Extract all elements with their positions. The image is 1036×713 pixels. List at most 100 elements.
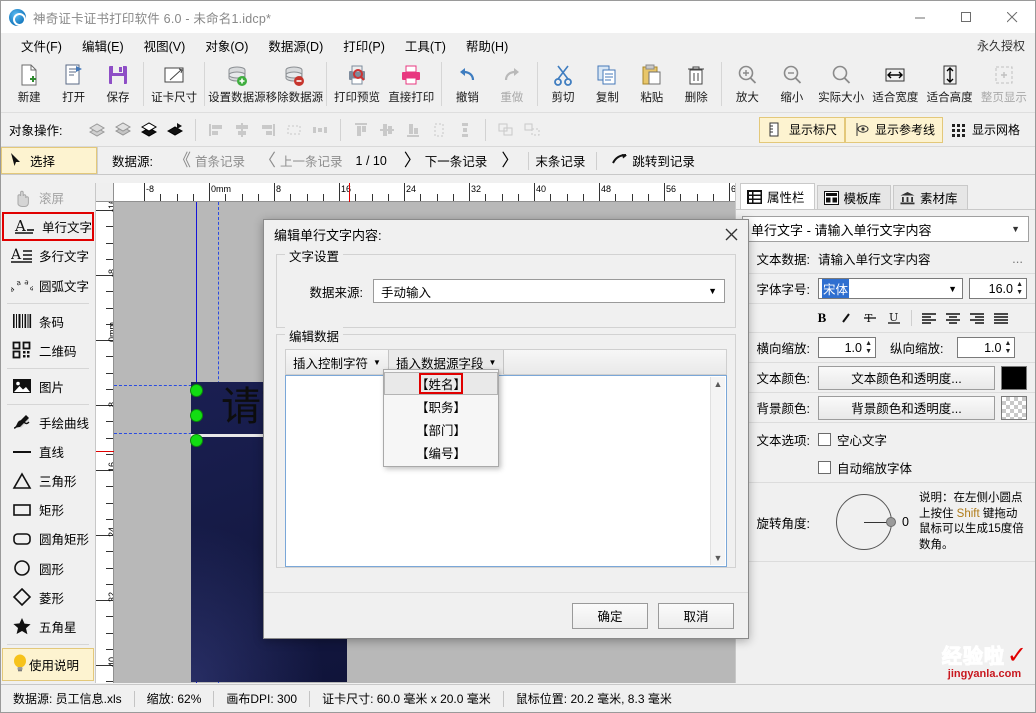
- tab-material-bank[interactable]: 素材库: [893, 185, 968, 209]
- align-top-icon[interactable]: [348, 117, 374, 143]
- toolbar-direct-print[interactable]: 直接打印: [384, 59, 438, 111]
- spinner-up-icon[interactable]: ▲: [1005, 340, 1012, 347]
- bg-color-swatch[interactable]: [1001, 395, 1027, 420]
- rotate-handle[interactable]: [190, 434, 203, 447]
- align-center-icon[interactable]: [941, 307, 965, 329]
- option-autoscale-row[interactable]: 自动缩放字体: [818, 458, 1027, 477]
- underline-button[interactable]: U: [882, 307, 906, 329]
- same-height-icon[interactable]: [426, 117, 452, 143]
- bring-forward-icon[interactable]: [136, 117, 162, 143]
- toggle-show-grid[interactable]: 显示网格: [943, 117, 1027, 143]
- scroll-up-icon[interactable]: ▲: [714, 377, 723, 391]
- sidebar-item-triangle[interactable]: 三角形: [1, 466, 95, 495]
- toolbar-zoom-out[interactable]: 缩小: [770, 59, 814, 111]
- tab-template-library[interactable]: 模板库: [816, 185, 892, 209]
- send-backward-icon[interactable]: [110, 117, 136, 143]
- insert-control-char-menu[interactable]: 插入控制字符 ▼: [286, 350, 388, 374]
- sidebar-item-freehand[interactable]: 手绘曲线: [1, 408, 95, 437]
- toolbar-remove-datasource[interactable]: 移除数据源: [266, 59, 323, 111]
- group-icon[interactable]: [493, 117, 519, 143]
- text-color-button[interactable]: 文本颜色和透明度...: [818, 365, 995, 390]
- next-record-button[interactable]: 〉下一条记录: [395, 149, 493, 173]
- font-family-combo[interactable]: 宋体 ▼: [818, 278, 963, 299]
- toggle-show-guides[interactable]: 显示参考线: [844, 116, 943, 143]
- menu-tools[interactable]: 工具(T): [395, 33, 456, 58]
- object-selector-dropdown[interactable]: 单行文字 - 请输入单行文字内容 ▼: [742, 216, 1029, 242]
- toolbar-save[interactable]: 保存: [96, 59, 140, 111]
- toolbar-card-size[interactable]: 证卡尺寸: [147, 59, 201, 111]
- distribute-v-icon[interactable]: [452, 117, 478, 143]
- sidebar-item-circle[interactable]: 圆形: [1, 554, 95, 583]
- toolbar-fit-height[interactable]: 适合高度: [923, 59, 977, 111]
- align-bottom-icon[interactable]: [400, 117, 426, 143]
- field-menu-item-number[interactable]: 【编号】: [384, 441, 498, 464]
- sidebar-item-rectangle[interactable]: 矩形: [1, 495, 95, 524]
- tool-select-button[interactable]: 选择: [1, 147, 97, 174]
- toolbar-actual-size[interactable]: 实际大小: [814, 59, 868, 111]
- editor-scrollbar[interactable]: ▲ ▼: [710, 377, 725, 565]
- dialog-close-button[interactable]: [718, 222, 744, 246]
- autoscale-font-checkbox[interactable]: [818, 461, 831, 474]
- sidebar-item-image[interactable]: 图片: [1, 372, 95, 401]
- toolbar-new[interactable]: 新建: [7, 59, 51, 111]
- align-left-icon[interactable]: [917, 307, 941, 329]
- distribute-h-icon[interactable]: [307, 117, 333, 143]
- bring-to-front-icon[interactable]: [84, 117, 110, 143]
- toolbar-redo[interactable]: 重做: [490, 59, 534, 111]
- menu-file[interactable]: 文件(F): [11, 33, 72, 58]
- bold-button[interactable]: B: [810, 307, 834, 329]
- rotation-knob[interactable]: [886, 517, 896, 528]
- menu-edit[interactable]: 编辑(E): [72, 33, 134, 58]
- hscale-spinner[interactable]: 1.0 ▲ ▼: [818, 337, 876, 358]
- toolbar-fit-width[interactable]: 适合宽度: [868, 59, 922, 111]
- align-center-h-icon[interactable]: [229, 117, 255, 143]
- menu-view[interactable]: 视图(V): [134, 33, 196, 58]
- field-menu-item-position[interactable]: 【职务】: [384, 395, 498, 418]
- tab-properties[interactable]: 属性栏: [740, 183, 815, 209]
- hollow-text-checkbox[interactable]: [818, 432, 831, 446]
- close-button[interactable]: [989, 1, 1035, 33]
- sidebar-item-help[interactable]: 使用说明: [2, 647, 94, 681]
- toolbar-undo[interactable]: 撤销: [445, 59, 489, 111]
- bg-color-button[interactable]: 背景颜色和透明度...: [818, 395, 995, 420]
- menu-help[interactable]: 帮助(H): [456, 33, 518, 58]
- resize-handle[interactable]: [190, 409, 203, 422]
- toolbar-open[interactable]: 打开: [51, 59, 95, 111]
- sidebar-item-line[interactable]: 直线: [1, 437, 95, 466]
- align-right-icon[interactable]: [965, 307, 989, 329]
- data-source-combo[interactable]: 手动输入 ▼: [373, 279, 725, 303]
- last-record-button[interactable]: 〉末条记录: [492, 149, 590, 173]
- menu-print[interactable]: 打印(P): [333, 33, 395, 58]
- rotation-dial[interactable]: [836, 494, 896, 551]
- strikethrough-button[interactable]: T: [858, 307, 882, 329]
- toolbar-fit-page[interactable]: 整页显示: [977, 59, 1031, 111]
- sidebar-item-diamond[interactable]: 菱形: [1, 583, 95, 612]
- toolbar-zoom-in[interactable]: 放大: [725, 59, 769, 111]
- spinner-up-icon[interactable]: ▲: [865, 340, 872, 347]
- align-middle-v-icon[interactable]: [374, 117, 400, 143]
- same-width-icon[interactable]: [281, 117, 307, 143]
- ungroup-icon[interactable]: [519, 117, 545, 143]
- minimize-button[interactable]: [897, 1, 943, 33]
- menu-object[interactable]: 对象(O): [195, 33, 258, 58]
- send-to-back-icon[interactable]: [162, 117, 188, 143]
- vscale-spinner[interactable]: 1.0 ▲ ▼: [957, 337, 1016, 358]
- sidebar-item-single-line-text[interactable]: A 单行文字: [2, 212, 94, 242]
- field-menu-item-department[interactable]: 【部门】: [384, 418, 498, 441]
- text-data-value[interactable]: 请输入单行文字内容: [818, 249, 1013, 268]
- first-record-button[interactable]: 《首条记录: [165, 149, 250, 173]
- dialog-ok-button[interactable]: 确定: [572, 602, 648, 629]
- font-size-spinner[interactable]: 16.0 ▲ ▼: [969, 278, 1027, 299]
- toolbar-set-datasource[interactable]: 设置数据源: [208, 59, 266, 111]
- spinner-down-icon[interactable]: ▼: [1005, 348, 1012, 355]
- toggle-show-ruler[interactable]: 显示标尺: [758, 116, 845, 143]
- sidebar-item-star[interactable]: 五角星: [1, 612, 95, 641]
- toolbar-cut[interactable]: 剪切: [541, 59, 585, 111]
- toolbar-delete[interactable]: 删除: [674, 59, 718, 111]
- dialog-cancel-button[interactable]: 取消: [658, 602, 734, 629]
- prev-record-button[interactable]: 〈上一条记录: [250, 149, 348, 173]
- align-right-icon[interactable]: [255, 117, 281, 143]
- scroll-down-icon[interactable]: ▼: [714, 551, 723, 565]
- field-menu-item-name[interactable]: 【姓名】: [384, 372, 498, 395]
- toolbar-copy[interactable]: 复制: [585, 59, 629, 111]
